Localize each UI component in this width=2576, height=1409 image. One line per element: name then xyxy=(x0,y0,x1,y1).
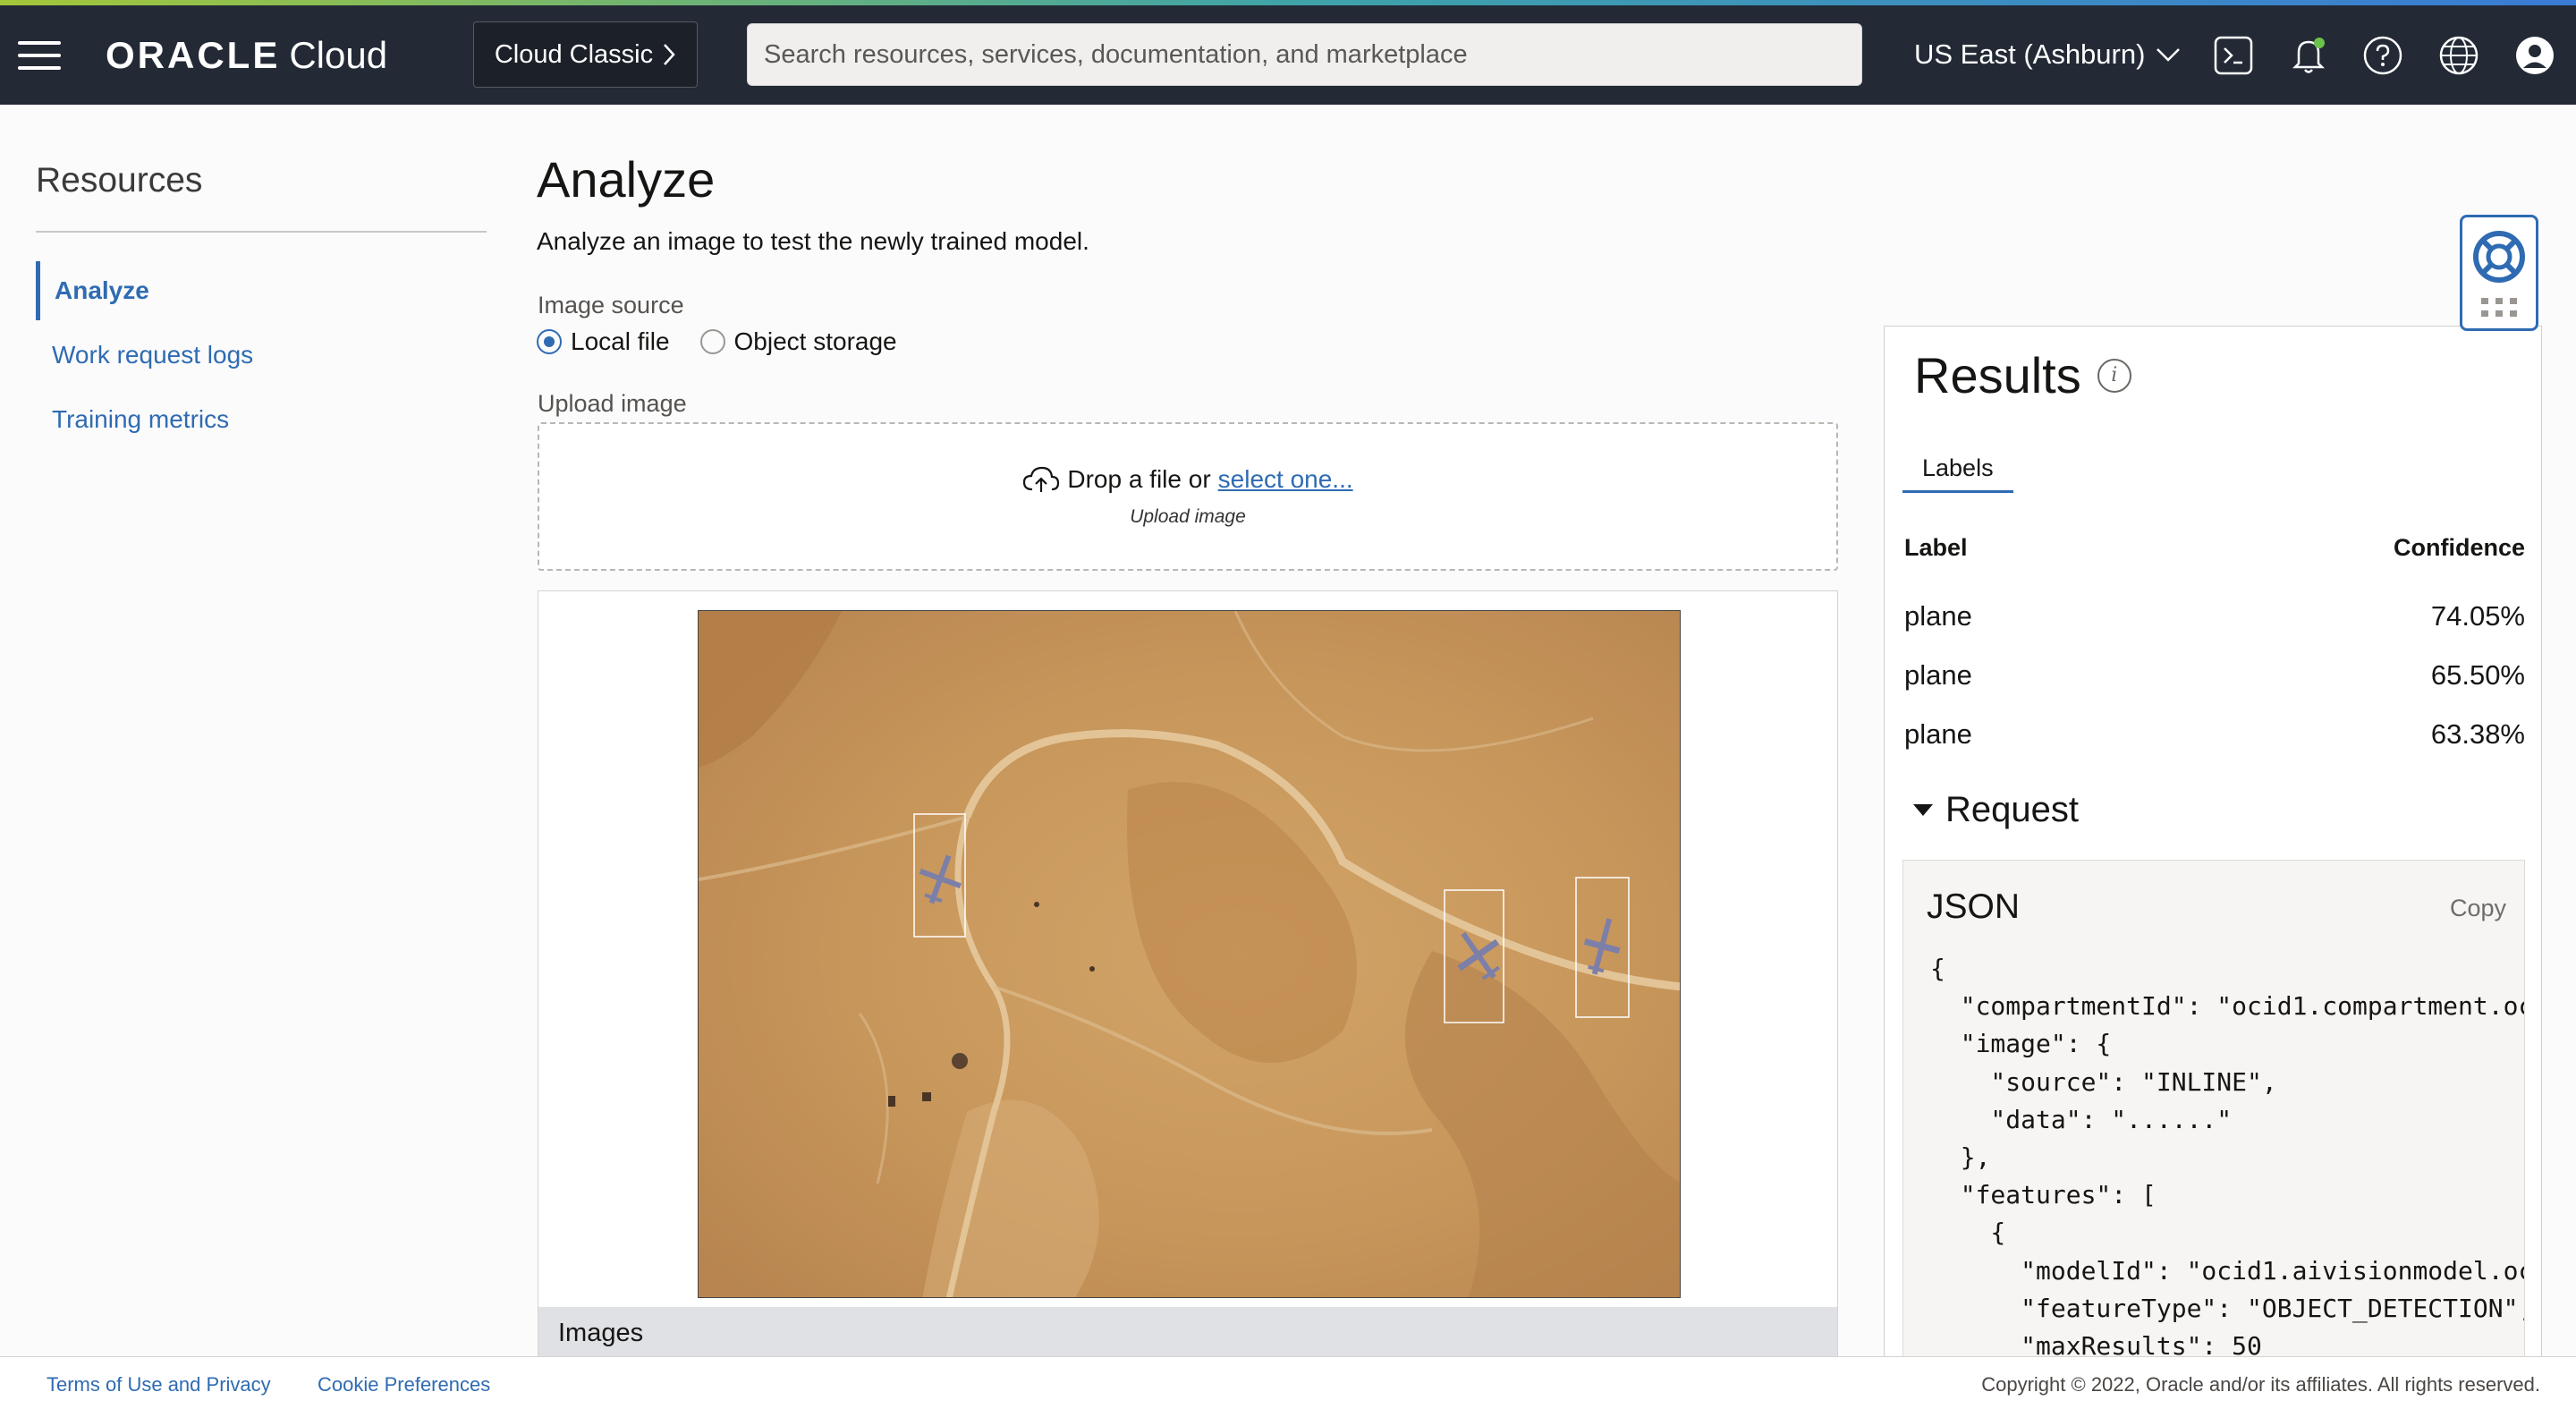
sidebar-item-label: Work request logs xyxy=(52,341,254,369)
chevron-right-icon xyxy=(664,44,675,65)
object-storage-label[interactable]: Object storage xyxy=(734,327,897,356)
analyzed-image xyxy=(698,610,1681,1298)
page-title: Analyze xyxy=(537,151,716,208)
search-placeholder: Search resources, services, documentatio… xyxy=(764,39,1468,69)
user-icon[interactable] xyxy=(2514,35,2555,76)
sidebar-divider xyxy=(36,231,487,233)
terms-link[interactable]: Terms of Use and Privacy xyxy=(47,1373,271,1396)
sidebar-item-label: Training metrics xyxy=(52,405,230,433)
info-icon[interactable]: i xyxy=(2097,358,2131,393)
column-header-label: Label xyxy=(1904,534,1968,561)
chevron-down-icon xyxy=(2157,48,2181,62)
tab-label: Labels xyxy=(1922,454,1994,481)
row-label: plane xyxy=(1904,659,1972,691)
copy-button[interactable]: Copy xyxy=(2450,895,2506,922)
logo-cloud-text: Cloud xyxy=(289,34,388,76)
request-section-toggle[interactable]: Request xyxy=(1913,790,2079,830)
table-row: plane 74.05% xyxy=(1904,600,2525,632)
aerial-desert-image xyxy=(699,611,1680,1297)
image-source-label: Image source xyxy=(538,292,684,318)
sidebar-item-training-metrics[interactable]: Training metrics xyxy=(36,390,304,449)
tab-labels[interactable]: Labels xyxy=(1902,446,2013,493)
page-footer: Terms of Use and Privacy Cookie Preferen… xyxy=(0,1356,2576,1409)
cloud-classic-button[interactable]: Cloud Classic xyxy=(473,21,698,88)
row-confidence: 74.05% xyxy=(2430,600,2525,632)
bell-icon[interactable] xyxy=(2288,35,2329,76)
dropzone-caption: Upload image xyxy=(1130,506,1246,527)
oracle-cloud-logo[interactable]: ORACLE Cloud xyxy=(106,32,387,79)
help-icon[interactable] xyxy=(2362,35,2403,76)
sidebar-title: Resources xyxy=(36,161,203,199)
image-preview-panel: Images xyxy=(538,590,1838,1358)
column-header-confidence: Confidence xyxy=(2393,534,2525,561)
sidebar-item-label: Analyze xyxy=(55,276,149,304)
row-confidence: 63.38% xyxy=(2430,718,2525,750)
copyright-text: Copyright © 2022, Oracle and/or its affi… xyxy=(1981,1373,2540,1396)
table-row: plane 65.50% xyxy=(1904,659,2525,692)
sidebar-item-analyze[interactable]: Analyze xyxy=(36,261,304,320)
cloud-classic-label: Cloud Classic xyxy=(494,39,654,69)
region-selector[interactable]: US East (Ashburn) xyxy=(1914,23,2181,86)
results-table-header: Label Confidence xyxy=(1904,534,2525,562)
row-label: plane xyxy=(1904,600,1972,632)
json-title: JSON xyxy=(1927,887,2021,926)
cloud-shell-icon[interactable] xyxy=(2213,35,2254,76)
images-section-header[interactable]: Images xyxy=(538,1307,1837,1357)
top-navigation-bar: ORACLE Cloud Cloud Classic Search resour… xyxy=(0,5,2576,105)
results-title: Results xyxy=(1914,347,2081,403)
cookie-preferences-link[interactable]: Cookie Preferences xyxy=(318,1373,490,1396)
logo-oracle-text: ORACLE xyxy=(106,34,281,76)
request-title: Request xyxy=(1945,790,2079,829)
images-label: Images xyxy=(558,1318,644,1347)
page-description: Analyze an image to test the newly train… xyxy=(537,227,1089,255)
hamburger-menu-icon[interactable] xyxy=(18,41,61,72)
local-file-label[interactable]: Local file xyxy=(571,327,670,356)
image-source-radio-group: Local file Object storage xyxy=(537,327,897,356)
region-label: US East (Ashburn) xyxy=(1914,38,2146,70)
select-file-link[interactable]: select one... xyxy=(1218,465,1353,494)
object-storage-radio[interactable] xyxy=(699,329,725,354)
file-dropzone[interactable]: Drop a file or select one... Upload imag… xyxy=(538,422,1838,571)
sidebar-item-work-request-logs[interactable]: Work request logs xyxy=(36,326,304,385)
local-file-radio[interactable] xyxy=(537,329,562,354)
search-input[interactable]: Search resources, services, documentatio… xyxy=(747,23,1862,86)
cloud-upload-icon xyxy=(1023,466,1060,492)
json-code-block: JSON Copy { "compartmentId": "ocid1.comp… xyxy=(1902,860,2525,1358)
upload-image-label: Upload image xyxy=(538,390,687,417)
table-row: plane 63.38% xyxy=(1904,718,2525,751)
json-code: { "compartmentId": "ocid1.compartment.oc… xyxy=(1930,954,2525,1358)
globe-icon[interactable] xyxy=(2438,35,2479,76)
row-label: plane xyxy=(1904,718,1972,750)
help-widget[interactable] xyxy=(2460,215,2538,331)
row-confidence: 65.50% xyxy=(2430,659,2525,691)
drop-text: Drop a file or xyxy=(1067,465,1211,493)
results-panel: Results i Labels Label Confidence plane … xyxy=(1884,326,2542,1358)
lifebuoy-icon xyxy=(2473,231,2525,283)
grid-dots-icon xyxy=(2481,298,2517,317)
caret-down-icon xyxy=(1913,804,1933,816)
